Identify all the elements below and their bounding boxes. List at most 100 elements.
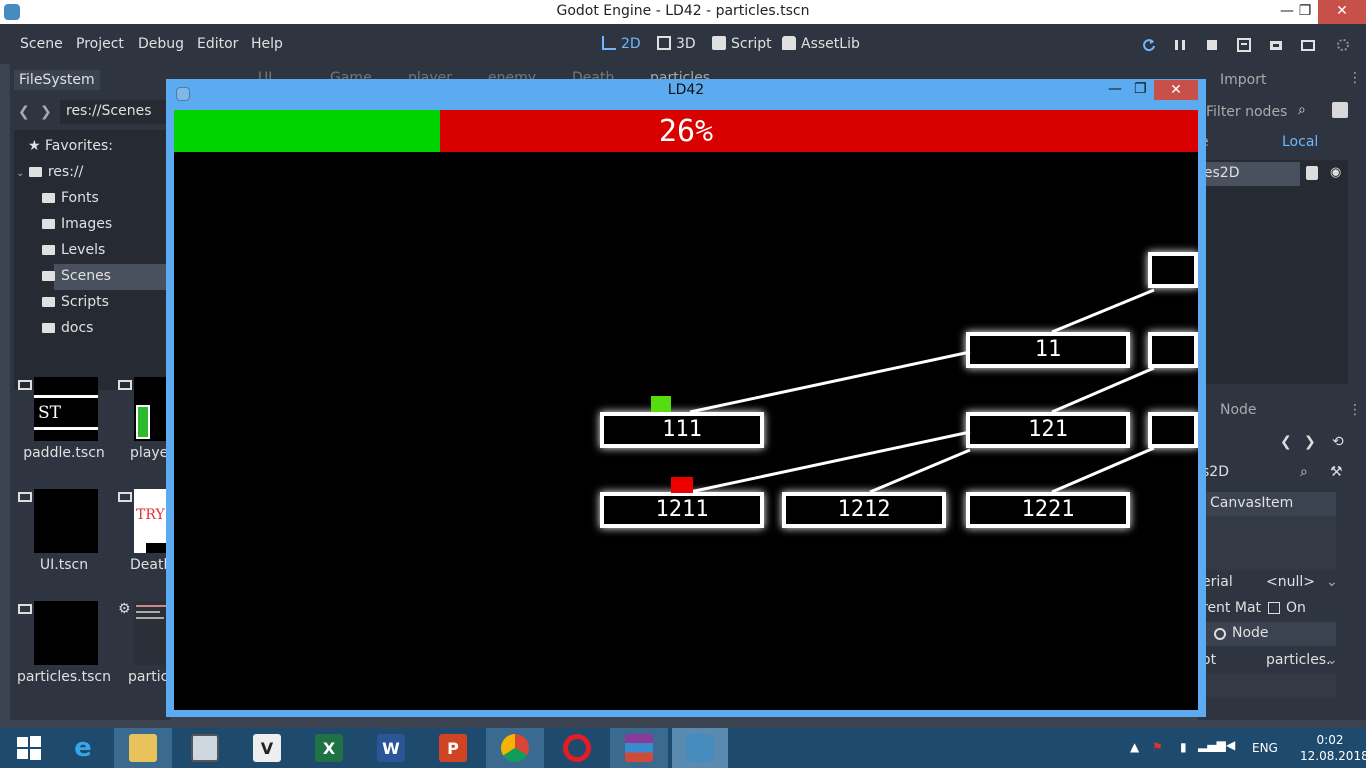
game-close-button[interactable]: ✕ [1154, 80, 1198, 100]
taskbar-ie[interactable]: e [54, 728, 112, 768]
start-button[interactable] [0, 728, 58, 768]
enemy-marker [671, 477, 693, 493]
tree-folder-docs[interactable]: docs [42, 320, 93, 334]
search-icon[interactable]: ⌕ [1298, 102, 1306, 118]
tab-filesystem[interactable]: FileSystem [14, 70, 100, 90]
search-icon[interactable]: ⌕ [1300, 464, 1308, 480]
reload-icon[interactable] [1142, 38, 1156, 52]
menu-scene[interactable]: Scene [20, 36, 63, 52]
play-scene-icon[interactable] [1269, 38, 1283, 52]
scene-tree-node[interactable]: les2D [1198, 162, 1300, 186]
editor-topbar: Scene Project Debug Editor Help 2D 3D Sc… [0, 24, 1366, 64]
history-icon[interactable]: ⟲ [1332, 434, 1344, 450]
taskbar-explorer[interactable] [114, 728, 172, 768]
taskbar-lenovo[interactable] [176, 728, 234, 768]
node-icon [1214, 628, 1226, 640]
script-icon[interactable] [1306, 166, 1318, 180]
tools-icon[interactable]: ⚒ [1330, 464, 1343, 480]
prop-row [1198, 674, 1336, 698]
folder-icon [42, 245, 55, 255]
file-search-field[interactable] [14, 336, 170, 362]
volume-icon[interactable]: ◀ [1226, 738, 1235, 768]
back-arrow-icon[interactable]: ❮ [18, 104, 30, 120]
tree-folder-levels[interactable]: Levels [42, 242, 105, 258]
tree-folder-fonts[interactable]: Fonts [42, 190, 99, 206]
tree-folder-scripts[interactable]: Scripts [42, 294, 109, 310]
network-icon[interactable]: ▂▄▆ [1198, 738, 1226, 768]
menu-debug[interactable]: Debug [138, 36, 184, 52]
tree-root[interactable]: ⌄ res:// [16, 164, 83, 180]
menu-help[interactable]: Help [251, 36, 283, 52]
thumb-particles-script[interactable] [134, 601, 170, 665]
thumb-particles[interactable] [34, 601, 98, 665]
taskbar-vegas[interactable]: V [238, 728, 296, 768]
play-custom-icon[interactable] [1237, 38, 1251, 52]
game-viewport[interactable]: 26% 11 111 121 1211 1212 1221 [174, 110, 1198, 710]
taskbar-powerpoint[interactable]: P [424, 728, 482, 768]
thumb-death[interactable]: TRY [134, 489, 170, 553]
winrar-icon [625, 734, 653, 762]
favorites-item[interactable]: ★ Favorites: [28, 138, 113, 154]
workspace-assetlib[interactable]: AssetLib [782, 36, 860, 52]
forward-arrow-icon[interactable]: ❯ [40, 104, 52, 120]
taskbar-opera[interactable] [548, 728, 606, 768]
more-icon[interactable]: ⋮ [1348, 70, 1362, 86]
script-attach-icon[interactable] [1332, 102, 1348, 118]
node-111: 111 [600, 412, 764, 448]
taskbar-chrome[interactable] [486, 728, 544, 768]
stop-icon[interactable] [1205, 38, 1219, 52]
chevron-down-icon: ⌄ [16, 168, 25, 179]
scene-icon [118, 492, 132, 502]
tree-folder-images[interactable]: Images [42, 216, 112, 232]
history-forward-icon[interactable]: ❯ [1304, 434, 1316, 450]
pause-icon[interactable] [1173, 38, 1187, 52]
taskbar-word[interactable]: W [362, 728, 420, 768]
favorites-label: Favorites: [45, 138, 113, 154]
taskbar-winrar[interactable] [610, 728, 668, 768]
game-minimize-button[interactable]: — [1108, 81, 1122, 97]
thumb-paddle[interactable]: ST [34, 377, 98, 441]
workspace-3d[interactable]: 3D [657, 36, 696, 52]
node-box-partial [1148, 332, 1198, 368]
window-titlebar: Godot Engine - LD42 - particles.tscn — ❐… [0, 0, 1366, 24]
eye-icon[interactable]: ◉ [1330, 165, 1341, 180]
workspace-2d-label: 2D [621, 36, 641, 52]
tree-folder-scenes[interactable]: Scenes [42, 268, 111, 284]
prop-material-value[interactable]: <null> [1266, 574, 1315, 590]
taskbar-excel[interactable]: X [300, 728, 358, 768]
prop-script-value[interactable]: particles. [1266, 652, 1331, 668]
checkbox[interactable] [1268, 602, 1280, 614]
section-node[interactable]: Node [1198, 622, 1336, 646]
menu-editor[interactable]: Editor [197, 36, 238, 52]
tab-node[interactable]: Node [1220, 402, 1257, 418]
history-back-icon[interactable]: ❮ [1280, 434, 1292, 450]
3d-icon [657, 36, 671, 50]
tab-import[interactable]: Import [1220, 72, 1266, 88]
folder-icon [129, 734, 157, 762]
taskbar-godot[interactable] [672, 728, 728, 768]
section-canvasitem[interactable]: CanvasItem [1198, 492, 1336, 516]
clock[interactable]: 0:02 12.08.2018 [1300, 733, 1366, 768]
thumb-player[interactable] [134, 377, 170, 441]
path-field[interactable]: res://Scenes [60, 100, 170, 124]
play-custom-scene-icon[interactable] [1301, 38, 1315, 52]
link-line [689, 350, 971, 414]
more-icon[interactable]: ⋮ [1348, 402, 1362, 418]
filter-input[interactable]: Filter nodes [1206, 104, 1287, 120]
file-label: paddle.tscn [23, 445, 105, 461]
battery-icon[interactable]: ▮ [1180, 740, 1187, 768]
workspace-script[interactable]: Script [712, 36, 772, 52]
game-maximize-button[interactable]: ❐ [1134, 81, 1147, 97]
chevron-down-icon[interactable]: ⌄ [1326, 574, 1338, 590]
menu-project[interactable]: Project [76, 36, 124, 52]
maximize-button[interactable]: ❐ [1290, 0, 1320, 24]
file-label: player [130, 445, 170, 461]
tray-chevron-icon[interactable]: ▲ [1130, 740, 1139, 768]
close-button[interactable]: ✕ [1318, 0, 1366, 24]
thumb-ui[interactable] [34, 489, 98, 553]
chevron-down-icon[interactable]: ⌄ [1326, 652, 1338, 668]
workspace-2d[interactable]: 2D [602, 36, 641, 52]
language-indicator[interactable]: ENG [1252, 741, 1278, 768]
local-label[interactable]: Local [1282, 134, 1318, 150]
action-center-icon[interactable]: ⚑ [1152, 740, 1163, 768]
